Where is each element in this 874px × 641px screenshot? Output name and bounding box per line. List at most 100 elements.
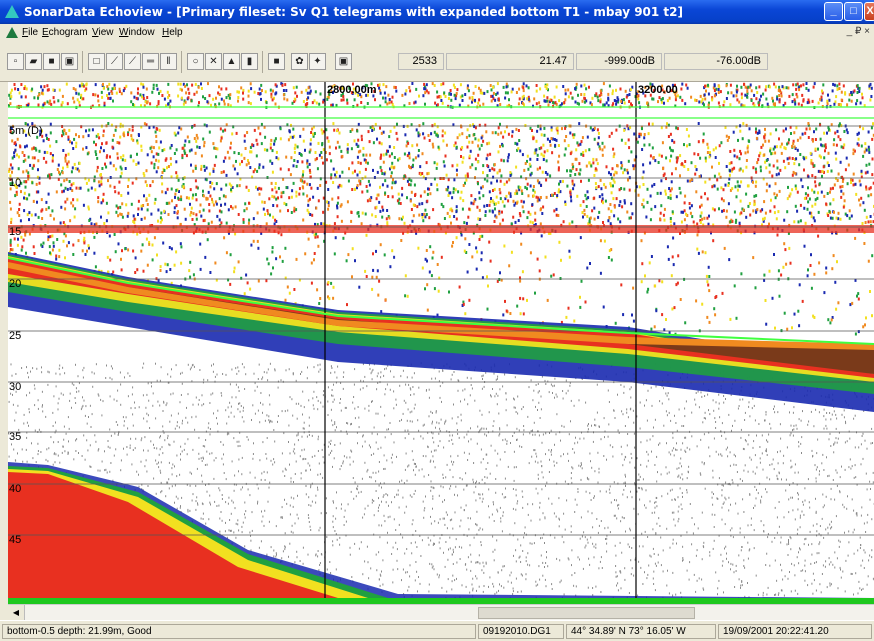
echo-sample (752, 166, 755, 170)
echo-sample (441, 134, 444, 138)
echo-sample (284, 298, 287, 302)
echo-sample (478, 554, 480, 557)
open-folder-icon[interactable]: ▰ (25, 53, 42, 70)
echo-sample (544, 255, 547, 259)
echo-sample (283, 201, 286, 205)
echo-sample (540, 133, 543, 137)
echo-sample (497, 132, 500, 136)
echo-sample (46, 448, 48, 451)
echo-sample (59, 221, 62, 225)
echo-sample (704, 180, 707, 184)
echo-sample (212, 203, 215, 207)
echo-sample (777, 172, 780, 176)
echo-sample (856, 84, 859, 88)
echo-sample (541, 170, 544, 174)
menu-file[interactable]: File (22, 27, 38, 38)
document-icon[interactable] (6, 27, 18, 38)
save-disk-icon[interactable]: ■ (43, 53, 60, 70)
echo-sample (50, 173, 53, 177)
echo-sample (11, 156, 14, 160)
echo-sample (181, 146, 184, 150)
virtual-variable-icon[interactable]: ✿ (291, 53, 308, 70)
vertical-line-icon[interactable]: ‖ (160, 53, 177, 70)
echo-sample (309, 213, 312, 216)
echo-sample (83, 241, 86, 245)
echo-sample (38, 149, 41, 153)
echo-sample (852, 148, 855, 152)
echo-sample (224, 156, 227, 160)
echo-sample (104, 162, 106, 166)
fish-track-icon[interactable]: ✕ (205, 53, 222, 70)
echo-sample (180, 127, 183, 131)
close-button[interactable]: X (864, 2, 874, 21)
echo-sample (814, 180, 817, 184)
echo-sample (376, 433, 378, 436)
menu-echogram[interactable]: Echogram (42, 27, 88, 38)
echo-sample (795, 187, 798, 191)
echo-sample (75, 387, 77, 390)
echo-sample (467, 89, 470, 93)
colour-scheme-icon[interactable]: ■ (268, 53, 285, 70)
maximize-button[interactable]: □ (844, 2, 863, 21)
echo-sample (55, 429, 57, 432)
echogram-canvas[interactable]: 2800.00m 3200.00 5m (D) 10 15 20 25 30 3… (8, 82, 874, 598)
echo-sample (263, 200, 266, 204)
echo-sample (593, 137, 596, 141)
echo-sample (149, 146, 152, 150)
horizontal-line-icon[interactable]: ═ (142, 53, 159, 70)
line-pick-icon[interactable]: ⟋ (124, 53, 141, 70)
echo-sample (832, 254, 835, 258)
properties-icon[interactable]: ▣ (61, 53, 78, 70)
echo-sample (419, 165, 422, 169)
menu-help[interactable]: Help (162, 27, 183, 38)
select-rectangle-icon[interactable]: □ (88, 53, 105, 70)
echo-sample (860, 514, 862, 517)
echo-sample (95, 440, 97, 443)
polyline-icon[interactable]: ⟋ (106, 53, 123, 70)
echo-sample (177, 94, 180, 98)
echo-sample (40, 209, 43, 213)
echo-sample (451, 417, 453, 420)
echo-sample (404, 274, 407, 278)
echogram-view[interactable]: 2800.00m 3200.00 5m (D) 10 15 20 25 30 3… (8, 82, 874, 598)
echo-sample (94, 93, 97, 97)
document-window-controls[interactable]: _ ₽ × (847, 26, 870, 37)
echo-sample (777, 269, 780, 273)
export-icon[interactable]: ▣ (335, 53, 352, 70)
echo-sample (679, 298, 682, 301)
echo-sample (391, 152, 393, 156)
echo-sample (352, 477, 354, 479)
echo-sample (436, 95, 439, 99)
echo-sample (153, 201, 156, 205)
echo-sample (541, 536, 543, 539)
echo-sample (78, 100, 81, 104)
menu-view[interactable]: View (92, 27, 114, 38)
echo-sample (145, 459, 147, 462)
echo-sample (416, 205, 419, 209)
echo-sample (729, 103, 732, 107)
echo-sample (686, 144, 688, 148)
echo-sample (439, 177, 442, 180)
echo-sample (796, 95, 799, 99)
echo-sample (567, 144, 570, 148)
echo-sample (791, 326, 793, 330)
echo-sample (618, 188, 621, 192)
echo-sample (56, 238, 59, 241)
analysis-icon[interactable]: ✦ (309, 53, 326, 70)
echo-sample (748, 202, 751, 205)
echo-sample (233, 415, 235, 418)
minimize-button[interactable]: _ (824, 2, 843, 21)
echo-sample (713, 94, 716, 98)
marker-icon[interactable]: ▲ (223, 53, 240, 70)
echo-sample (32, 245, 35, 249)
echo-sample (393, 85, 396, 89)
echo-sample (774, 506, 776, 509)
region-polygon-icon[interactable]: ○ (187, 53, 204, 70)
bottom-pick-icon[interactable]: ▮ (241, 53, 258, 70)
menu-window[interactable]: Window (119, 27, 155, 38)
new-file-icon[interactable]: ▫ (7, 53, 24, 70)
echo-sample (436, 162, 439, 166)
echo-sample (237, 152, 240, 155)
echo-sample (37, 190, 40, 194)
echo-sample (158, 91, 160, 95)
